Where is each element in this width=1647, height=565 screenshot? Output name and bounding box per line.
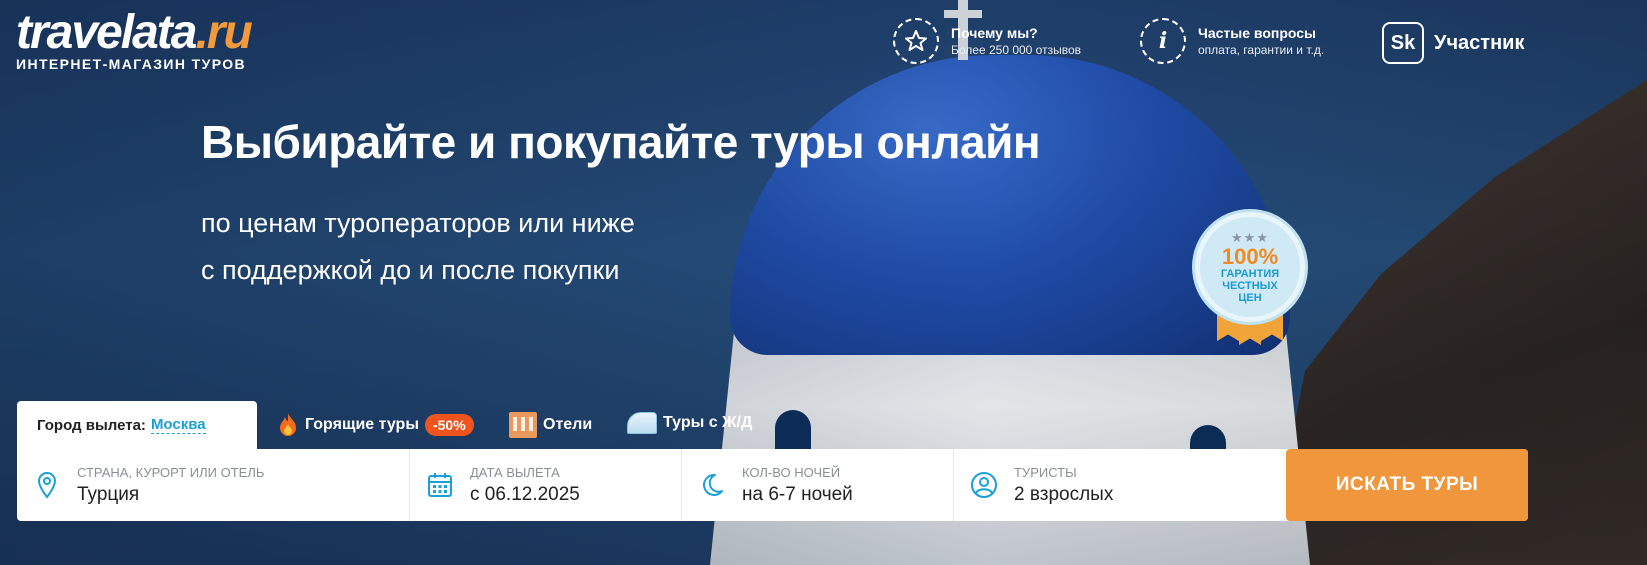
badge-line-3: ЦЕН [1238, 292, 1262, 304]
location-pin-icon [17, 471, 77, 499]
why-us-link[interactable]: Почему мы? Более 250 000 отзывов [893, 18, 1081, 64]
skolkovo-label: Участник [1434, 31, 1525, 54]
logo-tld: .ru [195, 6, 252, 59]
faq-link[interactable]: i Частые вопросы оплата, гарантии и т.д. [1140, 18, 1324, 64]
rail-tours-label: Туры с Ж/Д [663, 414, 753, 431]
nights-field[interactable]: КОЛ-ВО НОЧЕЙ на 6-7 ночей [682, 449, 954, 521]
tourists-label: ТУРИСТЫ [1014, 464, 1077, 480]
tab-departure-city[interactable]: Город вылета: Москва [17, 401, 257, 449]
date-label: ДАТА ВЫЛЕТА [470, 464, 560, 480]
hot-tours-label: Горящие туры [305, 416, 419, 433]
faq-title: Частые вопросы [1198, 25, 1316, 41]
hotel-icon [509, 412, 537, 438]
departure-label: Город вылета: [37, 416, 146, 434]
tab-rail-tours[interactable]: Туры с Ж/Д [627, 412, 752, 434]
train-icon [627, 412, 657, 434]
tab-hotels[interactable]: Отели [509, 412, 592, 438]
hero-subline-2: с поддержкой до и после покупки [201, 255, 620, 285]
logo-tagline: ИНТЕРНЕТ-МАГАЗИН ТУРОВ [16, 56, 247, 72]
honest-price-badge: ★★★ 100% ГАРАНТИЯ ЧЕСТНЫХ ЦЕН [1195, 212, 1305, 322]
tab-hot-tours[interactable]: Горящие туры -50% [277, 412, 474, 438]
badge-line-1: ГАРАНТИЯ [1220, 268, 1280, 280]
skolkovo-logo-icon: Sk [1382, 22, 1424, 64]
faq-subtitle: оплата, гарантии и т.д. [1198, 43, 1325, 57]
fire-icon [277, 412, 299, 438]
skolkovo-member-link[interactable]: Sk Участник [1382, 22, 1524, 64]
destination-field[interactable]: СТРАНА, КУРОРТ ИЛИ ОТЕЛЬ Турция [17, 449, 410, 521]
calendar-icon [410, 472, 470, 498]
nights-label: КОЛ-ВО НОЧЕЙ [742, 464, 841, 480]
destination-value: Турция [77, 483, 140, 505]
departure-date-field[interactable]: ДАТА ВЫЛЕТА с 06.12.2025 [410, 449, 682, 521]
user-icon [954, 471, 1014, 499]
why-us-subtitle: Более 250 000 отзывов [951, 43, 1082, 57]
discount-badge: -50% [424, 414, 474, 436]
logo-wordmark: travelata.ru [16, 6, 253, 59]
star-icon [893, 18, 939, 64]
moon-icon [682, 472, 742, 498]
departure-city-link[interactable]: Москва [150, 416, 206, 434]
site-logo[interactable]: travelata.ru ИНТЕРНЕТ-МАГАЗИН ТУРОВ [16, 6, 253, 72]
hero-headline: Выбирайте и покупайте туры онлайн [201, 116, 1041, 168]
hotels-label: Отели [543, 416, 593, 433]
search-tours-button[interactable]: ИСКАТЬ ТУРЫ [1286, 449, 1528, 521]
info-icon: i [1140, 18, 1186, 64]
hero-subline-1: по ценам туроператоров или ниже [201, 208, 635, 238]
date-value: с 06.12.2025 [470, 483, 580, 505]
why-us-title: Почему мы? [951, 25, 1038, 41]
nights-value: на 6-7 ночей [742, 483, 853, 505]
tourists-field[interactable]: ТУРИСТЫ 2 взрослых [954, 449, 1286, 521]
badge-percent: 100% [1221, 244, 1279, 269]
destination-label: СТРАНА, КУРОРТ ИЛИ ОТЕЛЬ [77, 464, 265, 480]
badge-line-2: ЧЕСТНЫХ [1222, 280, 1278, 292]
tour-search-form: СТРАНА, КУРОРТ ИЛИ ОТЕЛЬ Турция ДАТА ВЫЛ… [17, 449, 1528, 521]
tourists-value: 2 взрослых [1014, 483, 1114, 505]
